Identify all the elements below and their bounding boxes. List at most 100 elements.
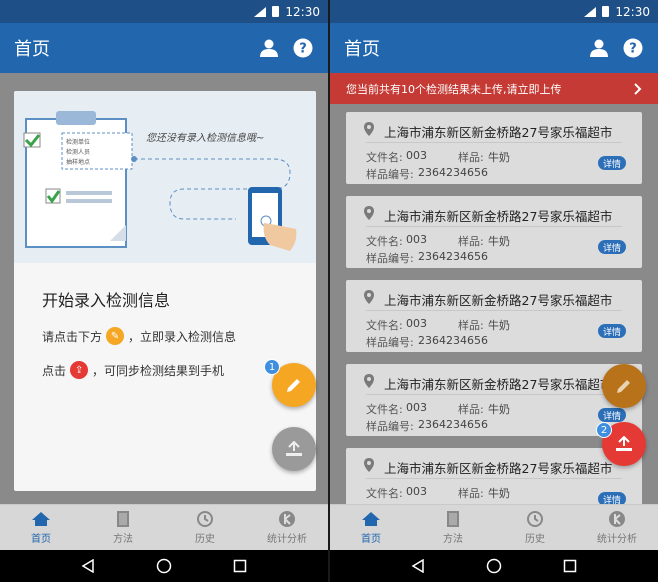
signal-icon: [254, 6, 267, 17]
detail-button[interactable]: 详情: [597, 492, 626, 504]
record-address: 上海市浦东新区新金桥路27号家乐福超市: [384, 461, 613, 476]
location-pin-icon: [364, 290, 374, 304]
nav-home[interactable]: 首页: [330, 505, 412, 550]
nav-home[interactable]: 首页: [0, 505, 82, 550]
file-name-label: 文件名:: [366, 319, 403, 332]
form-label: 抽样地点: [66, 159, 91, 166]
nav-label: 统计分析: [267, 534, 307, 545]
file-name-value: 003: [406, 233, 427, 246]
user-icon[interactable]: [588, 37, 610, 59]
sample-value: 牛奶: [488, 319, 510, 332]
record-address: 上海市浦东新区新金桥路27号家乐福超市: [384, 209, 613, 224]
chevron-right-icon: [634, 82, 642, 95]
upload-reminder-banner[interactable]: 您当前共有10个检测结果未上传,请立即上传: [330, 73, 658, 104]
battery-icon: [602, 6, 610, 17]
record-address: 上海市浦东新区新金桥路27号家乐福超市: [384, 293, 613, 308]
intro-line-text: ，可同步检测结果到手机: [92, 363, 225, 378]
detail-button[interactable]: 详情: [597, 156, 626, 170]
sample-code-label: 样品编号:: [366, 420, 414, 433]
system-nav-bar: [330, 550, 658, 582]
empty-state-card: 您还没有录入检测信息哦~ 检测单位 检测人员 抽样地点 开始录入检测信息 请点击…: [14, 91, 316, 491]
nav-statistics[interactable]: 统计分析: [246, 505, 328, 550]
record-divider: [366, 310, 622, 311]
detail-button[interactable]: 详情: [597, 324, 626, 338]
upload-icon: ⇪: [70, 361, 89, 379]
sample-value: 牛奶: [488, 403, 510, 416]
intro-line-text: 点击: [42, 363, 67, 378]
nav-label: 首页: [31, 534, 51, 545]
banner-text: 您当前共有10个检测结果未上传,请立即上传: [346, 82, 562, 96]
file-name-label: 文件名:: [366, 403, 403, 416]
sample-code-label: 样品编号:: [366, 336, 414, 349]
file-name-value: 003: [406, 149, 427, 162]
nav-label: 历史: [525, 534, 545, 545]
nav-history[interactable]: 历史: [494, 505, 576, 550]
record-card[interactable]: 上海市浦东新区新金桥路27号家乐福超市文件名:003样品:牛奶样品编号:2364…: [346, 448, 642, 504]
step-badge: 1: [264, 359, 280, 375]
file-name-value: 003: [406, 485, 427, 498]
record-list: 上海市浦东新区新金桥路27号家乐福超市 文件名: 003 样品: 牛奶 样品编号: 2364…: [330, 104, 658, 504]
system-nav-bar: [0, 550, 328, 582]
edit-fab[interactable]: [602, 364, 646, 408]
sample-code-label: 样品编号:: [366, 168, 414, 181]
phone-screen-home-empty: 12:30 首页 ? 您还没有录入检测信息哦~ 检测单位 检测人员 抽样地点 开…: [0, 0, 328, 582]
upload-icon: [616, 436, 632, 451]
nav-statistics[interactable]: 统计分析: [576, 505, 658, 550]
file-name-label: 文件名:: [366, 487, 403, 500]
status-bar: 12:30: [0, 0, 328, 23]
home-icon: [31, 510, 51, 528]
recents-icon[interactable]: [563, 559, 577, 573]
home-circle-icon[interactable]: [486, 558, 502, 574]
home-icon: [361, 510, 381, 528]
location-pin-icon: [364, 374, 374, 388]
location-pin-icon: [364, 122, 374, 136]
battery-icon: [272, 6, 280, 17]
phone-screen-home-list: 12:30 首页 ? 您当前共有10个检测结果未上传,请立即上传 上海市浦东新区…: [330, 0, 658, 582]
user-icon[interactable]: [258, 37, 280, 59]
sample-code-value: 2364234656: [418, 250, 488, 263]
home-circle-icon[interactable]: [156, 558, 172, 574]
record-card[interactable]: 上海市浦东新区新金桥路27号家乐福超市文件名:003样品:牛奶样品编号:2364…: [346, 280, 642, 352]
pencil-icon: ✎: [106, 327, 125, 345]
recents-icon[interactable]: [233, 559, 247, 573]
sample-label: 样品:: [458, 151, 484, 164]
upload-fab[interactable]: [272, 427, 316, 471]
help-icon[interactable]: ?: [622, 37, 644, 59]
chart-icon: [277, 510, 297, 528]
pencil-icon: [617, 380, 630, 393]
sample-label: 样品:: [458, 487, 484, 500]
detail-button[interactable]: 详情: [597, 408, 626, 422]
record-divider: [366, 142, 622, 143]
detail-button[interactable]: 详情: [597, 240, 626, 254]
record-card[interactable]: 上海市浦东新区新金桥路27号家乐福超市文件名:003样品:牛奶样品编号:2364…: [346, 196, 642, 268]
nav-label: 首页: [361, 534, 381, 545]
nav-label: 方法: [113, 534, 133, 545]
sample-label: 样品:: [458, 235, 484, 248]
step-badge: 2: [596, 422, 612, 438]
sample-code-value: 2364234656: [418, 166, 488, 179]
book-icon: [443, 510, 463, 528]
location-pin-icon: [364, 458, 374, 472]
help-icon[interactable]: ?: [292, 37, 314, 59]
pencil-icon: [287, 379, 300, 392]
intro-title: 开始录入检测信息: [42, 291, 171, 310]
record-divider: [366, 394, 622, 395]
sample-value: 牛奶: [488, 487, 510, 500]
record-card[interactable]: 上海市浦东新区新金桥路27号家乐福超市文件名:003样品:牛奶样品编号:2364…: [346, 112, 642, 184]
nav-method[interactable]: 方法: [412, 505, 494, 550]
page-title: 首页: [14, 39, 50, 60]
form-label: 检测人员: [66, 149, 91, 156]
status-time: 12:30: [285, 4, 320, 19]
nav-history[interactable]: 历史: [164, 505, 246, 550]
intro-line-text: ，立即录入检测信息: [128, 329, 237, 344]
chart-icon: [607, 510, 627, 528]
back-icon[interactable]: [411, 559, 425, 573]
clipboard-illustration: [23, 111, 297, 251]
sample-label: 样品:: [458, 403, 484, 416]
nav-label: 统计分析: [597, 534, 637, 545]
location-pin-icon: [364, 206, 374, 220]
back-icon[interactable]: [81, 559, 95, 573]
nav-method[interactable]: 方法: [82, 505, 164, 550]
status-time: 12:30: [615, 4, 650, 19]
history-icon: [525, 510, 545, 528]
